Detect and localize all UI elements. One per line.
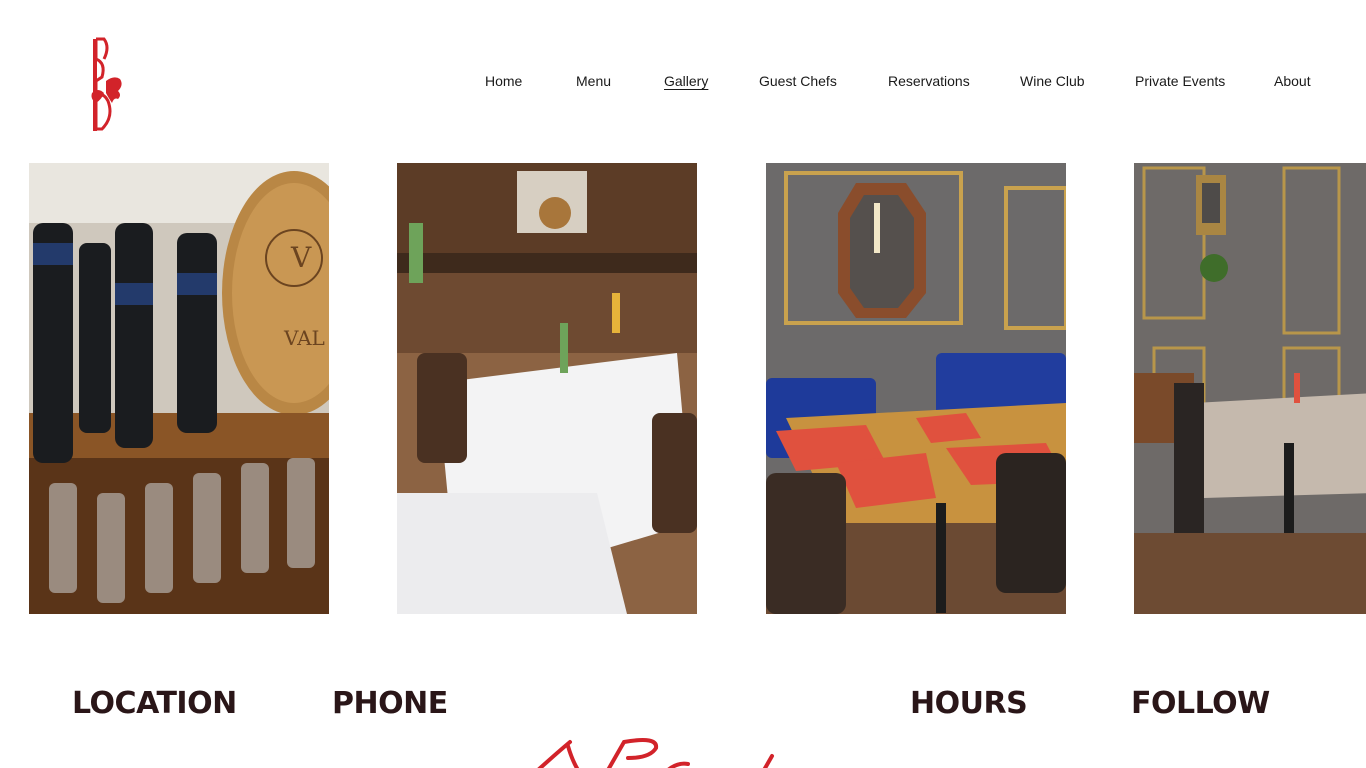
nav-about[interactable]: About	[1274, 72, 1311, 90]
main-nav: Home Menu Gallery Guest Chefs Reservatio…	[0, 72, 1366, 92]
nav-home[interactable]: Home	[485, 72, 522, 90]
nav-reservations[interactable]: Reservations	[888, 72, 970, 90]
photo-gallery: V VAL	[0, 163, 1366, 614]
nav-private-events[interactable]: Private Events	[1135, 72, 1225, 90]
nav-menu[interactable]: Menu	[576, 72, 611, 90]
location-heading: LOCATION	[72, 686, 237, 721]
svg-text:V: V	[290, 241, 312, 274]
signature-script-logo	[537, 738, 774, 768]
phone-heading: PHONE	[332, 686, 448, 721]
follow-heading: FOLLOW	[1131, 686, 1270, 721]
nav-guest-chefs[interactable]: Guest Chefs	[759, 72, 837, 90]
nav-wine-club[interactable]: Wine Club	[1020, 72, 1085, 90]
page: Home Menu Gallery Guest Chefs Reservatio…	[0, 0, 1366, 768]
hours-heading: HOURS	[910, 686, 1028, 721]
gallery-photo-mirror-wall[interactable]	[1134, 163, 1366, 614]
svg-text:VAL: VAL	[283, 326, 325, 350]
gallery-photo-booth-table[interactable]	[766, 163, 1066, 614]
nav-gallery[interactable]: Gallery	[664, 72, 708, 90]
gallery-photo-wine-bottles[interactable]: V VAL	[29, 163, 329, 614]
gallery-photo-dining-room[interactable]	[397, 163, 697, 614]
